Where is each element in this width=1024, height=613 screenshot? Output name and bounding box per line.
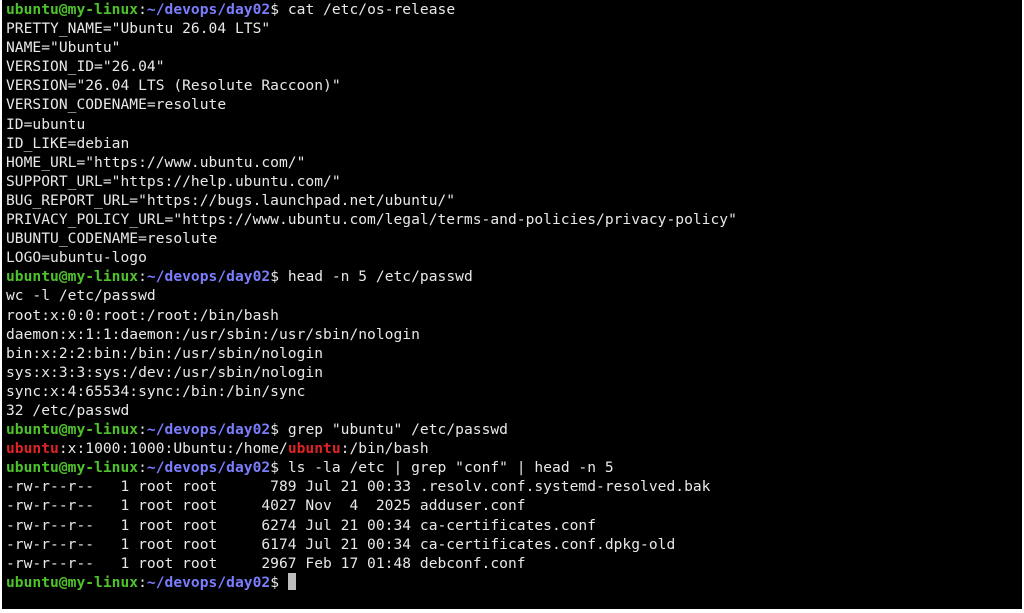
command-text: grep "ubuntu" /etc/passwd xyxy=(287,421,508,439)
output-line: VERSION_ID="26.04" xyxy=(6,58,165,76)
output-line: NAME="Ubuntu" xyxy=(6,39,121,57)
command-text: cat /etc/os-release xyxy=(287,1,456,18)
prompt-colon: : xyxy=(138,573,147,591)
prompt-line: ubuntu@my-linux:~/devops/day02$ head -n … xyxy=(6,267,1022,286)
output-line: VERSION="26.04 LTS (Resolute Raccoon)" xyxy=(6,77,341,95)
prompt-path: ~/devops/day02 xyxy=(146,459,271,477)
output-line: PRIVACY_POLICY_URL="https://www.ubuntu.c… xyxy=(6,211,737,229)
listing-line: -rw-r--r-- 1 root root 2967 Feb 17 01:48… xyxy=(6,554,526,572)
prompt-colon: : xyxy=(138,1,147,18)
output-line: sys:x:3:3:sys:/dev:/usr/sbin/nologin xyxy=(6,363,324,381)
prompt-symbol: $ xyxy=(270,573,288,591)
output-line: UBUNTU_CODENAME=resolute xyxy=(6,230,218,248)
terminal-window[interactable]: ubuntu@my-linux:~/devops/day02$ cat /etc… xyxy=(2,0,1022,609)
prompt-path: ~/devops/day02 xyxy=(146,421,271,439)
prompt-symbol: $ xyxy=(270,459,288,477)
prompt-user-host: ubuntu@my-linux xyxy=(6,459,139,477)
listing-line: -rw-r--r-- 1 root root 789 Jul 21 00:33 … xyxy=(6,478,711,496)
output-line: sync:x:4:65534:sync:/bin:/bin/sync xyxy=(6,382,306,400)
output-line: daemon:x:1:1:daemon:/usr/sbin:/usr/sbin/… xyxy=(6,325,420,343)
prompt-path: ~/devops/day02 xyxy=(146,1,271,18)
prompt-colon: : xyxy=(138,268,147,286)
prompt-user-host: ubuntu@my-linux xyxy=(6,421,139,439)
prompt-symbol: $ xyxy=(270,1,288,18)
command-text: ls -la /etc | grep "conf" | head -n 5 xyxy=(287,459,614,477)
prompt-symbol: $ xyxy=(270,421,288,439)
output-line: LOGO=ubuntu-logo xyxy=(6,249,147,267)
text-cursor[interactable] xyxy=(287,572,296,590)
prompt-user-host: ubuntu@my-linux xyxy=(6,1,139,18)
listing-line: -rw-r--r-- 1 root root 4027 Nov 4 2025 a… xyxy=(6,497,526,515)
output-line: 32 /etc/passwd xyxy=(6,401,130,419)
prompt-path: ~/devops/day02 xyxy=(146,573,271,591)
output-line: wc -l /etc/passwd xyxy=(6,287,156,305)
prompt-symbol: $ xyxy=(270,268,288,286)
prompt-colon: : xyxy=(138,421,147,439)
grep-match: ubuntu xyxy=(287,440,341,458)
output-line: PRETTY_NAME="Ubuntu 26.04 LTS" xyxy=(6,20,271,38)
output-line: root:x:0:0:root:/root:/bin/bash xyxy=(6,306,279,324)
output-line: bin:x:2:2:bin:/bin:/usr/sbin/nologin xyxy=(6,344,324,362)
prompt-path: ~/devops/day02 xyxy=(146,268,271,286)
listing-line: -rw-r--r-- 1 root root 6174 Jul 21 00:34… xyxy=(6,535,676,553)
prompt-user-host: ubuntu@my-linux xyxy=(6,573,139,591)
output-line: ID_LIKE=debian xyxy=(6,134,130,152)
command-text: head -n 5 /etc/passwd xyxy=(287,268,473,286)
prompt-line: ubuntu@my-linux:~/devops/day02$ ls -la /… xyxy=(6,458,1022,477)
grep-output-line: ubuntu:x:1000:1000:Ubuntu:/home/ubuntu:/… xyxy=(6,439,1022,458)
prompt-line: ubuntu@my-linux:~/devops/day02$ cat /etc… xyxy=(6,0,1022,19)
output-line: VERSION_CODENAME=resolute xyxy=(6,96,227,114)
grep-match: ubuntu xyxy=(6,440,59,458)
prompt-user-host: ubuntu@my-linux xyxy=(6,268,139,286)
prompt-colon: : xyxy=(138,459,147,477)
output-line: HOME_URL="https://www.ubuntu.com/" xyxy=(6,153,306,171)
listing-line: -rw-r--r-- 1 root root 6274 Jul 21 00:34… xyxy=(6,516,597,534)
output-line: ID=ubuntu xyxy=(6,115,86,133)
output-line: BUG_REPORT_URL="https://bugs.launchpad.n… xyxy=(6,191,456,209)
prompt-line: ubuntu@my-linux:~/devops/day02$ grep "ub… xyxy=(6,420,1022,439)
output-line: SUPPORT_URL="https://help.ubuntu.com/" xyxy=(6,172,341,190)
grep-text: :x:1000:1000:Ubuntu:/home/ xyxy=(58,440,288,458)
grep-text: :/bin/bash xyxy=(340,440,429,458)
active-prompt-line[interactable]: ubuntu@my-linux:~/devops/day02$ xyxy=(6,572,1022,592)
